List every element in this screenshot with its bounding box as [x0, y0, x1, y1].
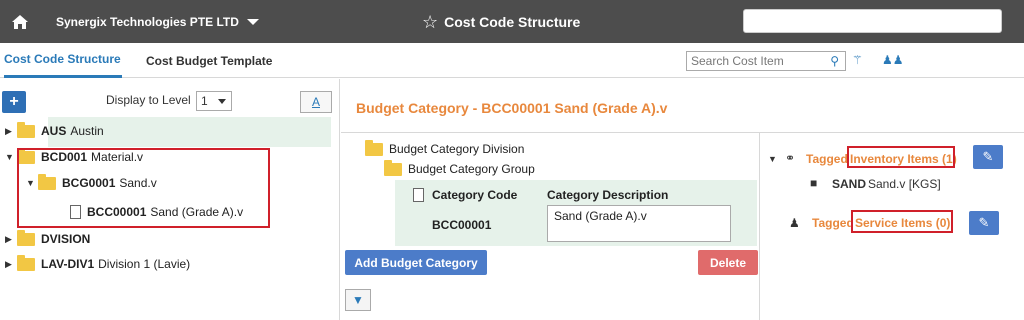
a-format-button[interactable]: A — [300, 91, 332, 113]
collapse-arrow-icon[interactable]: ▼ — [768, 154, 777, 164]
category-description-input[interactable]: Sand (Grade A).v — [547, 205, 731, 242]
delete-button[interactable]: Delete — [698, 250, 758, 275]
folder-icon — [384, 159, 402, 176]
group-label: Budget Category Group — [408, 162, 535, 176]
folder-icon — [17, 254, 35, 271]
tree-item-name: Division 1 (Lavie) — [98, 257, 191, 271]
save-icon[interactable]: ▼ — [345, 289, 371, 311]
tree-item-code: LAV-DIV1 — [41, 257, 95, 271]
add-node-button[interactable]: + — [2, 91, 26, 113]
star-icon[interactable]: ☆ — [422, 13, 438, 31]
expand-arrow-icon[interactable]: ▶ — [5, 126, 17, 137]
home-button[interactable] — [0, 0, 40, 43]
collapse-arrow-icon[interactable]: ▼ — [5, 152, 17, 162]
highlight-box — [851, 210, 953, 233]
division-row: Budget Category Division — [365, 138, 524, 160]
folder-icon — [17, 121, 35, 138]
category-code-label: Category Code — [432, 188, 518, 202]
caret-down-icon — [246, 18, 259, 25]
tagged-service-prefix: Tagged — [812, 216, 854, 230]
home-icon — [12, 14, 28, 29]
group-row: Budget Category Group — [384, 158, 535, 180]
company-selector[interactable]: Synergix Technologies PTE LTD — [56, 0, 259, 43]
edit-service-button[interactable]: ✎ — [969, 211, 999, 235]
app-title: ☆ Cost Code Structure — [422, 0, 580, 43]
budget-category-title: Budget Category - BCC00001 Sand (Grade A… — [356, 100, 668, 116]
top-bar: Synergix Technologies PTE LTD ☆ Cost Cod… — [0, 0, 1024, 43]
search-cost-item-input[interactable]: Search Cost Item ⚲ — [686, 51, 846, 71]
search-cost-placeholder: Search Cost Item — [691, 54, 784, 68]
tree-item-code: AUS — [41, 124, 67, 138]
tree-item-name: Austin — [70, 124, 104, 138]
category-description-label: Category Description — [547, 188, 669, 202]
tree-item-lav-div1[interactable]: ▶ LAV-DIV1 Division 1 (Lavie) — [5, 253, 190, 275]
users-icon[interactable]: ♟♟ — [882, 53, 904, 67]
folder-icon — [17, 229, 35, 246]
tagged-inventory-prefix: Tagged — [806, 152, 848, 166]
tree-item-aus[interactable]: ▶ AUS Austin — [5, 120, 104, 142]
inventory-item-name: Sand.v [KGS] — [868, 177, 941, 191]
tree-item-dvision[interactable]: ▶ DVISION — [5, 228, 94, 250]
level-select[interactable]: 1 — [196, 91, 232, 111]
add-budget-category-button[interactable]: Add Budget Category — [345, 250, 487, 275]
link-icon: ⚭ — [785, 151, 796, 165]
expand-arrow-icon[interactable]: ▶ — [5, 234, 17, 245]
tab-cost-code-structure[interactable]: Cost Code Structure — [4, 43, 122, 78]
highlight-box — [17, 148, 270, 228]
edit-inventory-button[interactable]: ✎ — [973, 145, 1003, 169]
company-name: Synergix Technologies PTE LTD — [56, 14, 239, 29]
category-code-value: BCC00001 — [432, 218, 492, 232]
tree-item-code: DVISION — [41, 232, 91, 246]
users-icon: ♟ — [789, 216, 800, 230]
level-value: 1 — [201, 94, 208, 108]
expand-arrow-icon[interactable]: ▶ — [5, 259, 17, 270]
app-title-text: Cost Code Structure — [444, 13, 581, 30]
link-tree-icon[interactable]: ⚚ — [852, 53, 863, 67]
highlight-box — [847, 146, 955, 168]
box-icon: ■ — [810, 176, 818, 190]
chevron-down-icon — [218, 99, 226, 104]
display-level-label: Display to Level — [106, 93, 191, 107]
tab-cost-budget-template[interactable]: Cost Budget Template — [146, 43, 272, 78]
global-search-input[interactable] — [743, 9, 1002, 33]
search-icon[interactable]: ⚲ — [830, 54, 839, 68]
document-icon — [413, 188, 424, 202]
tabs-row: Cost Code Structure Cost Budget Template — [0, 43, 1024, 78]
inventory-item-code: SAND — [832, 177, 867, 191]
division-label: Budget Category Division — [389, 142, 525, 156]
folder-icon — [365, 139, 383, 156]
